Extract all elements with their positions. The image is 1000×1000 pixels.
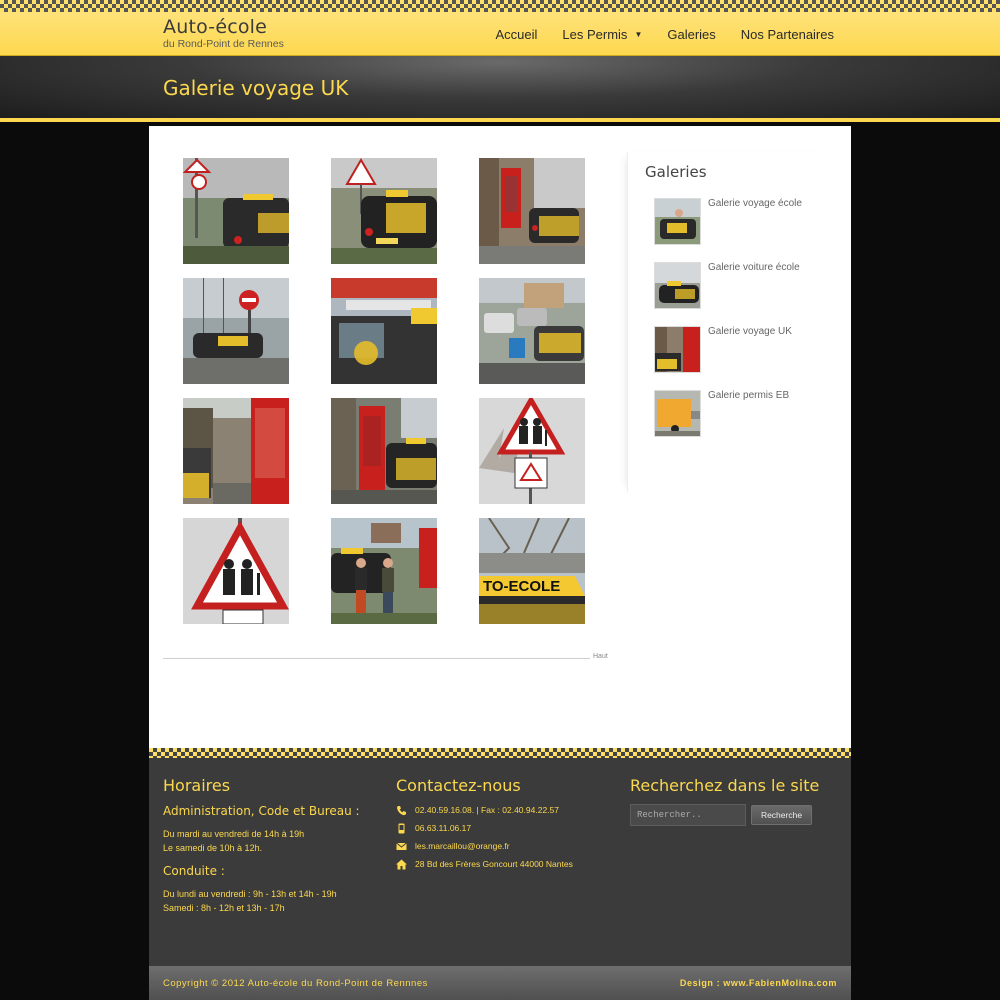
- sidebar-item-permis-eb[interactable]: Galerie permis EB: [654, 390, 834, 438]
- content-divider: [163, 658, 603, 659]
- sidebar-item-voyage-ecole[interactable]: Galerie voyage école: [654, 198, 834, 246]
- gallery-photo-11[interactable]: [331, 518, 437, 624]
- photo-gallery: TO-ECOLE: [183, 158, 585, 624]
- gallery-photo-5[interactable]: [331, 278, 437, 384]
- gallery-photo-7[interactable]: [183, 398, 289, 504]
- gallery-photo-2[interactable]: [331, 158, 437, 264]
- gallery-photo-4[interactable]: [183, 278, 289, 384]
- caret-down-icon: ▼: [634, 29, 643, 39]
- copyright-text: Copyright © 2012 Auto-école du Rond-Poin…: [163, 978, 428, 989]
- gallery-photo-12[interactable]: TO-ECOLE: [479, 518, 585, 624]
- admin-hours-line: Du mardi au vendredi de 14h à 19h: [163, 829, 305, 839]
- sidebar-item-voiture-ecole[interactable]: Galerie voiture école: [654, 262, 834, 310]
- search-title: Recherchez dans le site: [630, 776, 820, 795]
- thumb-image: [655, 391, 700, 436]
- page-title: Galerie voyage UK: [163, 76, 349, 100]
- home-icon: [396, 859, 407, 870]
- photo-parking-cars: [479, 278, 585, 384]
- admin-hours-line: Le samedi de 10h à 12h.: [163, 843, 263, 853]
- gallery-photo-1[interactable]: [183, 158, 289, 264]
- photo-no-entry-car: [183, 278, 289, 384]
- back-to-top-link[interactable]: Haut: [590, 653, 608, 660]
- nav-item-accueil[interactable]: Accueil: [495, 27, 537, 42]
- horaires-title: Horaires: [163, 776, 231, 795]
- contact-email: les.marcaillou@orange.fr: [396, 837, 573, 855]
- sidebar-item-label[interactable]: Galerie voiture école: [708, 262, 800, 273]
- sidebar-thumb[interactable]: [654, 198, 701, 245]
- design-credit-link[interactable]: Design : www.FabienMolina.com: [680, 978, 837, 988]
- photo-elderly-sign: [479, 398, 585, 504]
- main-nav: Accueil Les Permis ▼ Galeries Nos Partena…: [470, 12, 834, 56]
- nav-label: Les Permis: [562, 26, 628, 42]
- admin-title: Administration, Code et Bureau :: [163, 804, 360, 818]
- contact-mobile: 06.63.11.06.17: [396, 819, 573, 837]
- gallery-photo-3[interactable]: [479, 158, 585, 264]
- site-header: Auto-école du Rond-Point de Rennes Accue…: [0, 12, 1000, 56]
- mobile-phone-icon: [396, 823, 407, 834]
- checker-strip-top: [0, 0, 1000, 12]
- contact-phone: 02.40.59.16.08. | Fax : 02.40.94.22.57: [396, 801, 573, 819]
- contact-title: Contactez-nous: [396, 776, 521, 795]
- photo-car-phone-box: [479, 158, 585, 264]
- envelope-icon: [396, 841, 407, 852]
- nav-item-galeries[interactable]: Galeries: [667, 27, 715, 42]
- sidebar-title: Galeries: [645, 163, 707, 181]
- sidebar-thumb[interactable]: [654, 326, 701, 373]
- search-button[interactable]: Recherche: [751, 805, 812, 825]
- checker-strip-footer: [149, 748, 851, 758]
- sidebar-item-label[interactable]: Galerie voyage école: [708, 198, 802, 209]
- nav-item-les-permis[interactable]: Les Permis ▼: [562, 27, 642, 42]
- conduite-hours-line: Samedi : 8h - 12h et 13h - 17h: [163, 903, 285, 913]
- photo-road-sign-car: [183, 158, 289, 264]
- conduite-title: Conduite :: [163, 864, 225, 878]
- phone-text: 02.40.59.16.08. | Fax : 02.40.94.22.57: [415, 805, 559, 815]
- thumb-image: [655, 327, 700, 372]
- nav-item-nos-partenaires[interactable]: Nos Partenaires: [741, 27, 834, 42]
- photo-elderly-sign-close: [183, 518, 289, 624]
- address-text: 28 Bd des Frères Goncourt 44000 Nantes: [415, 859, 573, 869]
- footer-search: Recherchez dans le site Rechercher.. Rec…: [630, 776, 830, 836]
- phone-icon: [396, 805, 407, 816]
- thumb-image: [655, 263, 700, 308]
- svg-text:TO-ECOLE: TO-ECOLE: [483, 578, 560, 595]
- photo-car-warning-sign: [331, 158, 437, 264]
- contact-address: 28 Bd des Frères Goncourt 44000 Nantes: [396, 855, 573, 873]
- gallery-photo-6[interactable]: [479, 278, 585, 384]
- nav-label: Accueil: [495, 26, 538, 42]
- nav-label: Nos Partenaires: [740, 26, 834, 42]
- conduite-hours-line: Du lundi au vendredi : 9h - 13h et 14h -…: [163, 889, 337, 899]
- gallery-photo-9[interactable]: [479, 398, 585, 504]
- photo-car-auto-sign: [331, 278, 437, 384]
- footer-horaires: Horaires Administration, Code et Bureau …: [163, 776, 360, 915]
- main-content: TO-ECOLE Haut Galeries Galerie voyage éc…: [149, 126, 851, 748]
- thumb-image: [655, 199, 700, 244]
- site-title[interactable]: Auto-école: [163, 16, 284, 38]
- photo-auto-ecole-roof-sign: TO-ECOLE: [479, 518, 585, 624]
- site-subtitle: du Rond-Point de Rennes: [163, 38, 284, 50]
- nav-label: Galeries: [667, 26, 716, 42]
- email-link[interactable]: les.marcaillou@orange.fr: [415, 841, 510, 851]
- sidebar-thumb[interactable]: [654, 390, 701, 437]
- footer-contact: Contactez-nous 02.40.59.16.08. | Fax : 0…: [396, 776, 573, 873]
- galleries-sidebar: Galeries Galerie voyage école Galerie vo…: [627, 152, 837, 492]
- site-footer: Horaires Administration, Code et Bureau …: [149, 758, 851, 966]
- gallery-photo-8[interactable]: [331, 398, 437, 504]
- sidebar-thumb[interactable]: [654, 262, 701, 309]
- photo-people-car: [331, 518, 437, 624]
- sidebar-item-label[interactable]: Galerie voyage UK: [708, 326, 792, 337]
- mobile-text: 06.63.11.06.17: [415, 823, 472, 833]
- title-band: Galerie voyage UK: [0, 56, 1000, 122]
- search-input[interactable]: Rechercher..: [630, 804, 746, 826]
- sidebar-item-voyage-uk[interactable]: Galerie voyage UK: [654, 326, 834, 374]
- copyright-bar: Copyright © 2012 Auto-école du Rond-Poin…: [149, 966, 851, 1000]
- sidebar-item-label[interactable]: Galerie permis EB: [708, 390, 789, 401]
- site-logo[interactable]: Auto-école du Rond-Point de Rennes: [163, 16, 284, 51]
- photo-phone-box-car: [331, 398, 437, 504]
- photo-phone-box-lane: [183, 398, 289, 504]
- gallery-photo-10[interactable]: [183, 518, 289, 624]
